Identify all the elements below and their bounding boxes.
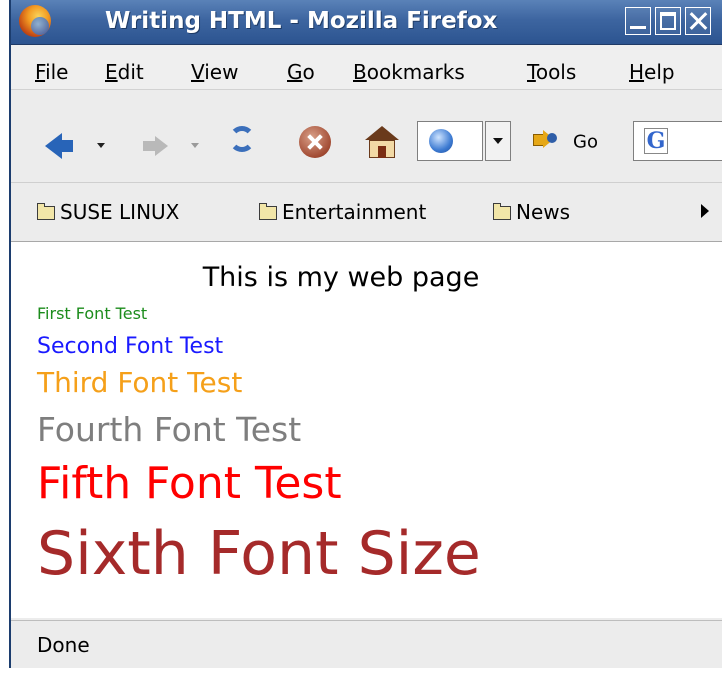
menu-view-mnemonic: V [191, 60, 205, 84]
go-button-label[interactable]: Go [573, 132, 598, 153]
menu-go[interactable]: Go [287, 62, 315, 82]
reload-icon[interactable] [229, 126, 255, 152]
font-test-line-6: Sixth Font Size [37, 519, 481, 589]
page-globe-icon [429, 129, 453, 153]
firefox-globe [31, 17, 49, 35]
folder-icon [37, 203, 55, 220]
page-heading: This is my web page [202, 262, 480, 293]
forward-history-dropdown-icon[interactable] [191, 143, 199, 148]
font-test-line-4: Fourth Font Test [37, 410, 302, 449]
menu-file-label: ile [45, 60, 69, 84]
menu-tools-label: ools [535, 60, 577, 84]
bookmark-folder-entertainment[interactable]: Entertainment [259, 197, 426, 227]
bookmark-label: Entertainment [282, 200, 427, 224]
home-icon[interactable] [365, 126, 399, 140]
bookmarks-toolbar: SUSE LINUX Entertainment News [11, 183, 722, 242]
menu-bookmarks-mnemonic: B [353, 60, 367, 84]
go-arrow-icon[interactable] [533, 130, 557, 148]
stop-icon[interactable] [299, 126, 331, 158]
menu-bar: File Edit View Go Bookmarks Tools Help [11, 45, 722, 90]
bookmark-folder-news[interactable]: News [493, 197, 570, 227]
menu-file[interactable]: File [35, 62, 68, 82]
window-title: Writing HTML - Mozilla Firefox [105, 8, 498, 34]
forward-arrow-icon[interactable] [155, 136, 168, 156]
menu-edit[interactable]: Edit [105, 62, 144, 82]
menu-edit-label: dit [117, 60, 144, 84]
menu-tools[interactable]: Tools [527, 62, 576, 82]
maximize-button[interactable] [655, 7, 681, 35]
home-icon-door[interactable] [378, 146, 386, 158]
google-g-icon[interactable]: G [644, 128, 668, 154]
bookmarks-overflow-chevron-icon[interactable] [701, 204, 709, 218]
menu-go-label: o [302, 60, 315, 84]
bookmark-label: SUSE LINUX [60, 200, 180, 224]
menu-file-mnemonic: F [35, 60, 46, 84]
font-test-line-1: First Font Test [37, 304, 148, 323]
menu-tools-mnemonic: T [527, 60, 536, 84]
font-test-line-5: Fifth Font Test [37, 458, 342, 509]
menu-bookmarks-label: ookmarks [366, 60, 465, 84]
menu-bookmarks[interactable]: Bookmarks [353, 62, 465, 82]
folder-icon [259, 203, 277, 220]
search-field[interactable]: G [633, 121, 722, 161]
menu-help-label: elp [644, 60, 675, 84]
menu-go-mnemonic: G [287, 60, 303, 84]
font-test-line-2: Second Font Test [37, 334, 224, 359]
browser-window: Writing HTML - Mozilla Firefox File Edit… [9, 0, 722, 668]
page-content: This is my web page First Font Test Seco… [11, 242, 722, 618]
status-text: Done [37, 633, 90, 657]
menu-edit-mnemonic: E [105, 60, 118, 84]
title-bar[interactable]: Writing HTML - Mozilla Firefox [11, 0, 722, 45]
status-bar: Done [11, 620, 722, 668]
url-field[interactable] [417, 121, 483, 161]
menu-help-mnemonic: H [629, 60, 645, 84]
bookmark-label: News [516, 200, 571, 224]
bookmark-folder-suse-linux[interactable]: SUSE LINUX [37, 197, 179, 227]
back-history-dropdown-icon[interactable] [97, 143, 105, 148]
close-button[interactable] [685, 7, 711, 35]
minimize-button[interactable] [625, 7, 651, 35]
folder-icon [493, 203, 511, 220]
url-history-dropdown-button[interactable] [485, 121, 511, 161]
go-arrow-part-c [547, 133, 557, 143]
back-arrow-tail[interactable] [59, 140, 73, 152]
menu-help[interactable]: Help [629, 62, 675, 82]
firefox-logo-icon[interactable] [19, 5, 51, 37]
menu-view-label: iew [204, 60, 239, 84]
menu-view[interactable]: View [191, 62, 238, 82]
navigation-toolbar: Go G [11, 90, 722, 183]
font-test-line-3: Third Font Test [37, 366, 243, 399]
